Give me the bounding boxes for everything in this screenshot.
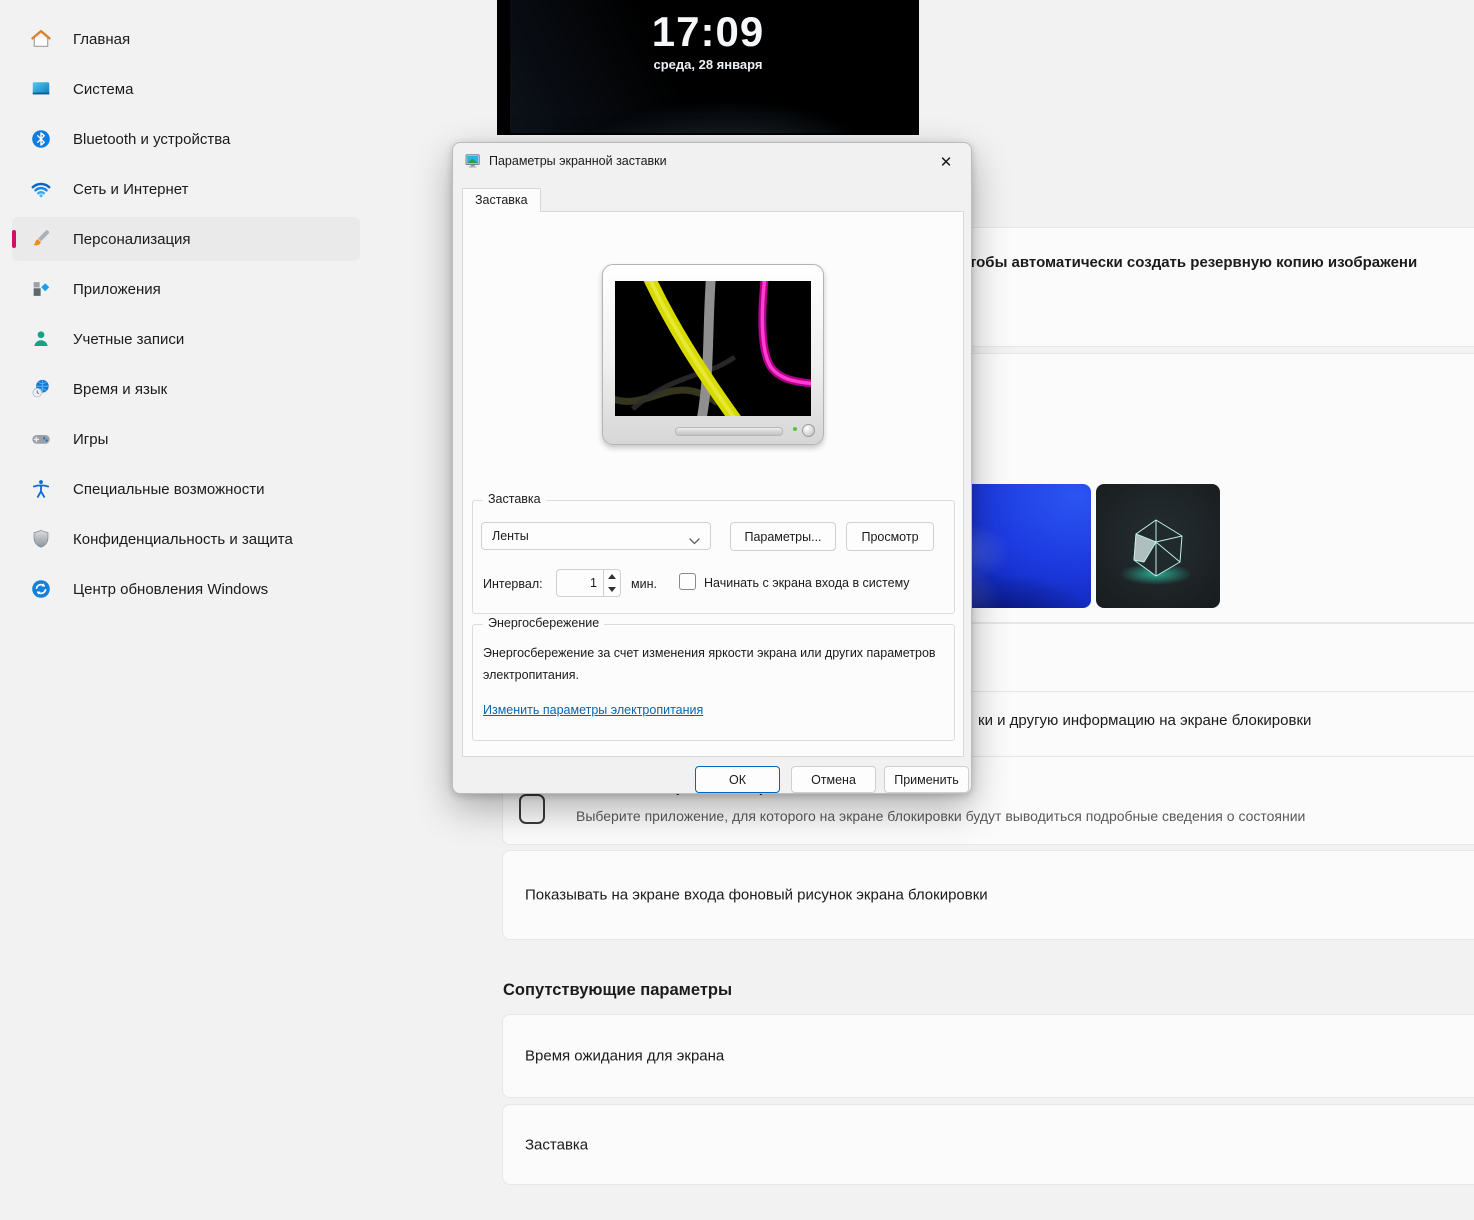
sidebar-item-label: Конфиденциальность и защита (73, 530, 293, 548)
sidebar-item-home[interactable]: Главная (12, 17, 360, 61)
sidebar-item-label: Персонализация (73, 230, 191, 248)
dialog-button-row: ОК Отмена Применить (453, 766, 971, 793)
interval-unit-label: мин. (631, 577, 657, 591)
triangle-down-icon (608, 587, 616, 592)
lock-status-row-description: Выберите приложение, для которого на экр… (576, 808, 1306, 824)
lock-status-app-icon (519, 794, 545, 824)
logon-screen-checkbox-label: Начинать с экрана входа в систему (704, 576, 910, 590)
sidebar-item-label: Игры (73, 430, 109, 448)
sidebar-item-label: Приложения (73, 280, 161, 298)
spinner-up-button[interactable] (604, 570, 620, 583)
ok-button[interactable]: ОК (695, 766, 780, 793)
cancel-button[interactable]: Отмена (791, 766, 876, 793)
accounts-icon (30, 328, 52, 350)
spinner-buttons (603, 570, 620, 596)
screensaver-label: Заставка (525, 1136, 589, 1153)
sidebar-item-accessibility[interactable]: Специальные возможности (12, 467, 360, 511)
apps-icon (30, 278, 52, 300)
apply-button[interactable]: Применить (884, 766, 969, 793)
wallpaper-thumbnail-dark-polyhedron[interactable] (1096, 484, 1220, 608)
sidebar-item-bluetooth[interactable]: Bluetooth и устройства (12, 117, 360, 161)
sidebar-item-label: Учетные записи (73, 330, 185, 348)
lock-screen-preview: 17:09 среда, 28 января (497, 0, 919, 135)
chevron-down-icon (689, 534, 700, 548)
sidebar-item-apps[interactable]: Приложения (12, 267, 360, 311)
lock-info-row-text: ки и другую информацию на экране блокиро… (978, 712, 1312, 729)
sidebar-item-gaming[interactable]: Игры (12, 417, 360, 461)
power-settings-link[interactable]: Изменить параметры электропитания (483, 703, 703, 717)
sidebar-item-privacy[interactable]: Конфиденциальность и защита (12, 517, 360, 561)
sidebar-item-label: Центр обновления Windows (73, 580, 269, 598)
screensaver-group-legend: Заставка (483, 492, 546, 506)
sidebar-item-label: Главная (73, 30, 131, 48)
settings-sidebar: Главная Система Bluetooth и устройства С… (0, 17, 450, 617)
sidebar-item-label: Специальные возможности (73, 480, 265, 498)
home-icon (30, 28, 52, 50)
login-background-row[interactable]: Показывать на экране входа фоновый рисун… (502, 850, 1474, 940)
active-indicator (12, 230, 16, 248)
login-background-label: Показывать на экране входа фоновый рисун… (525, 886, 988, 904)
logon-screen-checkbox[interactable] (679, 573, 696, 590)
gaming-icon (30, 428, 52, 450)
sidebar-item-time-language[interactable]: Время и язык (12, 367, 360, 411)
privacy-icon (30, 528, 52, 550)
interval-spinner[interactable]: 1 (556, 569, 621, 597)
sidebar-item-windows-update[interactable]: Центр обновления Windows (12, 567, 360, 611)
triangle-up-icon (608, 574, 616, 579)
screensaver-row[interactable]: Заставка (502, 1104, 1474, 1185)
screensaver-settings-button[interactable]: Параметры... (730, 522, 836, 551)
screensaver-groupbox: Заставка Ленты Параметры... Просмотр Инт… (472, 492, 955, 614)
accessibility-icon (30, 478, 52, 500)
time-language-icon (30, 378, 52, 400)
related-settings-header: Сопутствующие параметры (503, 981, 733, 999)
screensaver-select-value: Ленты (492, 529, 529, 543)
tab-screensaver[interactable]: Заставка (462, 188, 541, 212)
energy-groupbox: Энергосбережение Энергосбережение за сче… (472, 616, 955, 741)
energy-description: Энергосбережение за счет изменения яркос… (483, 646, 936, 682)
close-icon[interactable]: ✕ (931, 149, 961, 175)
dialog-tab-page: Заставка Ленты Параметры... Просмотр Инт… (462, 211, 964, 757)
energy-group-legend: Энергосбережение (483, 616, 605, 630)
sidebar-item-label: Сеть и Интернет (73, 180, 189, 198)
sidebar-item-personalization[interactable]: Персонализация (12, 217, 360, 261)
screensaver-select[interactable]: Ленты (481, 522, 711, 550)
ribbons-preview (615, 281, 811, 416)
windows-update-icon (30, 578, 52, 600)
screen-timeout-label: Время ожидания для экрана (525, 1047, 725, 1065)
sidebar-item-network[interactable]: Сеть и Интернет (12, 167, 360, 211)
lock-screen-date: среда, 28 января (653, 57, 763, 72)
dialog-title: Параметры экранной заставки (489, 154, 667, 168)
monitor-power-led (793, 427, 797, 431)
interval-label: Интервал: (483, 577, 543, 591)
sidebar-item-accounts[interactable]: Учетные записи (12, 317, 360, 361)
bluetooth-icon (30, 128, 52, 150)
lock-screen-time: 17:09 (651, 8, 765, 55)
personalization-icon (30, 228, 52, 250)
system-icon (30, 78, 52, 100)
sidebar-item-label: Bluetooth и устройства (73, 130, 231, 148)
sidebar-item-label: Время и язык (73, 380, 168, 398)
lock-screen-wallpaper: 17:09 среда, 28 января (510, 0, 906, 133)
interval-value[interactable]: 1 (557, 570, 603, 596)
display-icon (465, 153, 481, 169)
screensaver-monitor-preview (602, 264, 824, 445)
screen-timeout-row[interactable]: Время ожидания для экрана (502, 1014, 1474, 1098)
monitor-bezel-button (675, 427, 783, 436)
screensaver-settings-dialog: Параметры экранной заставки ✕ Заставка З… (452, 142, 972, 794)
backup-banner-text: тобы автоматически создать резервную коп… (969, 254, 1418, 271)
spinner-down-button[interactable] (604, 583, 620, 596)
screensaver-preview-button[interactable]: Просмотр (846, 522, 934, 551)
sidebar-item-system[interactable]: Система (12, 67, 360, 111)
network-icon (30, 178, 52, 200)
monitor-power-knob (802, 424, 815, 437)
sidebar-item-label: Система (73, 80, 134, 98)
dialog-titlebar[interactable]: Параметры экранной заставки ✕ (453, 143, 971, 179)
